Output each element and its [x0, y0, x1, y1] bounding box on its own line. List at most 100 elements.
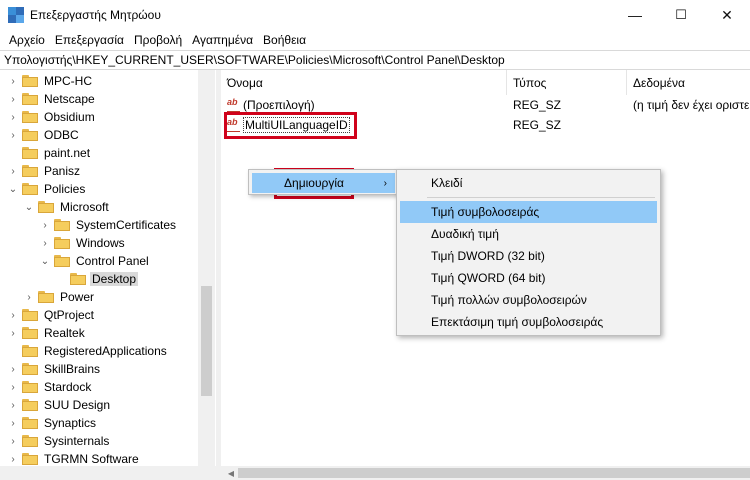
highlight-box-new-value	[224, 112, 357, 139]
submenu-item-qword-value[interactable]: Τιμή QWORD (64 bit)	[400, 267, 657, 289]
chevron-right-icon[interactable]: ›	[8, 90, 18, 108]
value-type: REG_SZ	[513, 98, 562, 112]
submenu-item-binary-value[interactable]: Δυαδική τιμή	[400, 223, 657, 245]
tree-item[interactable]: › SystemCertificates	[40, 216, 178, 234]
value-data: (η τιμή δεν έχει οριστεί)	[633, 98, 750, 112]
chevron-right-icon[interactable]: ›	[8, 432, 18, 450]
column-name[interactable]: Όνομα	[221, 70, 507, 95]
tree-item[interactable]: ⌄ Control Panel	[40, 252, 151, 270]
context-menu-new-label: Δημιουργία	[284, 176, 344, 190]
submenu-item-key[interactable]: Κλειδί	[400, 172, 657, 194]
tree-item[interactable]: › Windows	[40, 234, 127, 252]
menu-edit[interactable]: Επεξεργασία	[50, 33, 129, 47]
chevron-right-icon[interactable]: ›	[8, 414, 18, 432]
horizontal-scrollbar-thumb[interactable]	[238, 468, 750, 478]
column-type[interactable]: Τύπος	[507, 70, 627, 95]
folder-icon	[54, 219, 70, 231]
tree-item-label: Policies	[44, 182, 86, 196]
menu-help[interactable]: Βοήθεια	[258, 33, 311, 47]
tree-item[interactable]: › QtProject	[8, 306, 96, 324]
value-name: (Προεπιλογή)	[243, 98, 315, 112]
tree-item-label: Stardock	[44, 380, 92, 394]
tree-item[interactable]: paint.net	[8, 144, 92, 162]
context-menu-new[interactable]: Δημιουργία ›	[252, 173, 395, 193]
chevron-right-icon[interactable]: ›	[8, 162, 18, 180]
tree-item[interactable]: › SUU Design	[8, 396, 112, 414]
chevron-right-icon[interactable]: ›	[8, 450, 18, 466]
tree-item[interactable]: ⌄ Microsoft	[24, 198, 111, 216]
value-type: REG_SZ	[513, 118, 562, 132]
chevron-down-icon[interactable]: ⌄	[8, 180, 18, 198]
tree-item[interactable]: › Sysinternals	[8, 432, 111, 450]
folder-icon	[22, 381, 38, 393]
chevron-down-icon[interactable]: ⌄	[24, 198, 34, 216]
new-submenu: Κλειδί Τιμή συμβολοσειράς Δυαδική τιμή Τ…	[396, 169, 661, 336]
chevron-right-icon	[8, 342, 18, 360]
menu-favorites[interactable]: Αγαπημένα	[187, 33, 258, 47]
folder-icon	[22, 129, 38, 141]
tree-item[interactable]: › ODBC	[8, 126, 81, 144]
tree-item-label: MPC-HC	[44, 74, 92, 88]
tree-scrollbar[interactable]	[198, 70, 215, 466]
tree-item[interactable]: › Obsidium	[8, 108, 97, 126]
tree-item-label: Windows	[76, 236, 125, 250]
folder-icon	[22, 165, 38, 177]
submenu-arrow-icon: ›	[383, 177, 387, 189]
tree-item[interactable]: ⌄ Policies	[8, 180, 87, 198]
chevron-right-icon[interactable]: ›	[8, 126, 18, 144]
menu-file[interactable]: Αρχείο	[4, 33, 50, 47]
tree-item[interactable]: › TGRMN Software	[8, 450, 141, 466]
chevron-right-icon[interactable]: ›	[8, 324, 18, 342]
tree-item[interactable]: › SkillBrains	[8, 360, 102, 378]
registry-tree[interactable]: › MPC-HC › Netscape › Obsidium › ODBC paint.net ›…	[0, 70, 216, 466]
tree-item[interactable]: RegisteredApplications	[8, 342, 169, 360]
maximize-button[interactable]: ☐	[658, 0, 704, 30]
folder-icon	[22, 435, 38, 447]
tree-item[interactable]: › Power	[24, 288, 96, 306]
chevron-right-icon[interactable]: ›	[8, 72, 18, 90]
folder-icon	[22, 93, 38, 105]
tree-item[interactable]: › Netscape	[8, 90, 97, 108]
window-title: Επεξεργαστής Μητρώου	[30, 8, 161, 22]
tree-item-label: Panisz	[44, 164, 81, 178]
scroll-left-arrow-icon[interactable]: ◀	[226, 466, 236, 480]
chevron-down-icon[interactable]: ⌄	[40, 252, 50, 270]
tree-item[interactable]: › Realtek	[8, 324, 87, 342]
tree-item-label: Realtek	[44, 326, 85, 340]
list-header: Όνομα Τύπος Δεδομένα	[221, 70, 750, 95]
tree-item-label: Power	[60, 290, 95, 304]
chevron-right-icon[interactable]: ›	[40, 234, 50, 252]
tree-item[interactable]: › Synaptics	[8, 414, 98, 432]
tree-item-label: Sysinternals	[44, 434, 110, 448]
submenu-item-string-value[interactable]: Τιμή συμβολοσειράς	[400, 201, 657, 223]
tree-item[interactable]: › Panisz	[8, 162, 82, 180]
tree-item-label: SUU Design	[44, 398, 111, 412]
chevron-right-icon[interactable]: ›	[8, 378, 18, 396]
folder-icon	[22, 363, 38, 375]
chevron-right-icon[interactable]: ›	[24, 288, 34, 306]
minimize-button[interactable]: —	[612, 0, 658, 30]
submenu-item-dword-value[interactable]: Τιμή DWORD (32 bit)	[400, 245, 657, 267]
submenu-item-expandable-string-value[interactable]: Επεκτάσιμη τιμή συμβολοσειράς	[400, 311, 657, 333]
tree-item[interactable]: › Stardock	[8, 378, 93, 396]
tree-item-label: QtProject	[44, 308, 95, 322]
context-menu: Δημιουργία ›	[248, 169, 398, 195]
chevron-right-icon[interactable]: ›	[8, 360, 18, 378]
folder-icon	[22, 75, 38, 87]
submenu-item-multi-string-value[interactable]: Τιμή πολλών συμβολοσειρών	[400, 289, 657, 311]
chevron-right-icon[interactable]: ›	[8, 306, 18, 324]
tree-item[interactable]: Desktop	[56, 270, 139, 288]
menu-view[interactable]: Προβολή	[129, 33, 187, 47]
chevron-right-icon	[8, 144, 18, 162]
column-data[interactable]: Δεδομένα	[627, 70, 750, 95]
tree-item-label: Microsoft	[60, 200, 109, 214]
tree-scrollbar-thumb[interactable]	[201, 286, 212, 396]
tree-item[interactable]: › MPC-HC	[8, 72, 94, 90]
chevron-right-icon[interactable]: ›	[40, 216, 50, 234]
tree-item-label: Synaptics	[44, 416, 97, 430]
registry-editor-icon	[8, 7, 24, 23]
chevron-right-icon[interactable]: ›	[8, 108, 18, 126]
close-button[interactable]: ✕	[704, 0, 750, 30]
chevron-right-icon[interactable]: ›	[8, 396, 18, 414]
address-bar[interactable]: Υπολογιστής\HKEY_CURRENT_USER\SOFTWARE\P…	[0, 50, 750, 70]
